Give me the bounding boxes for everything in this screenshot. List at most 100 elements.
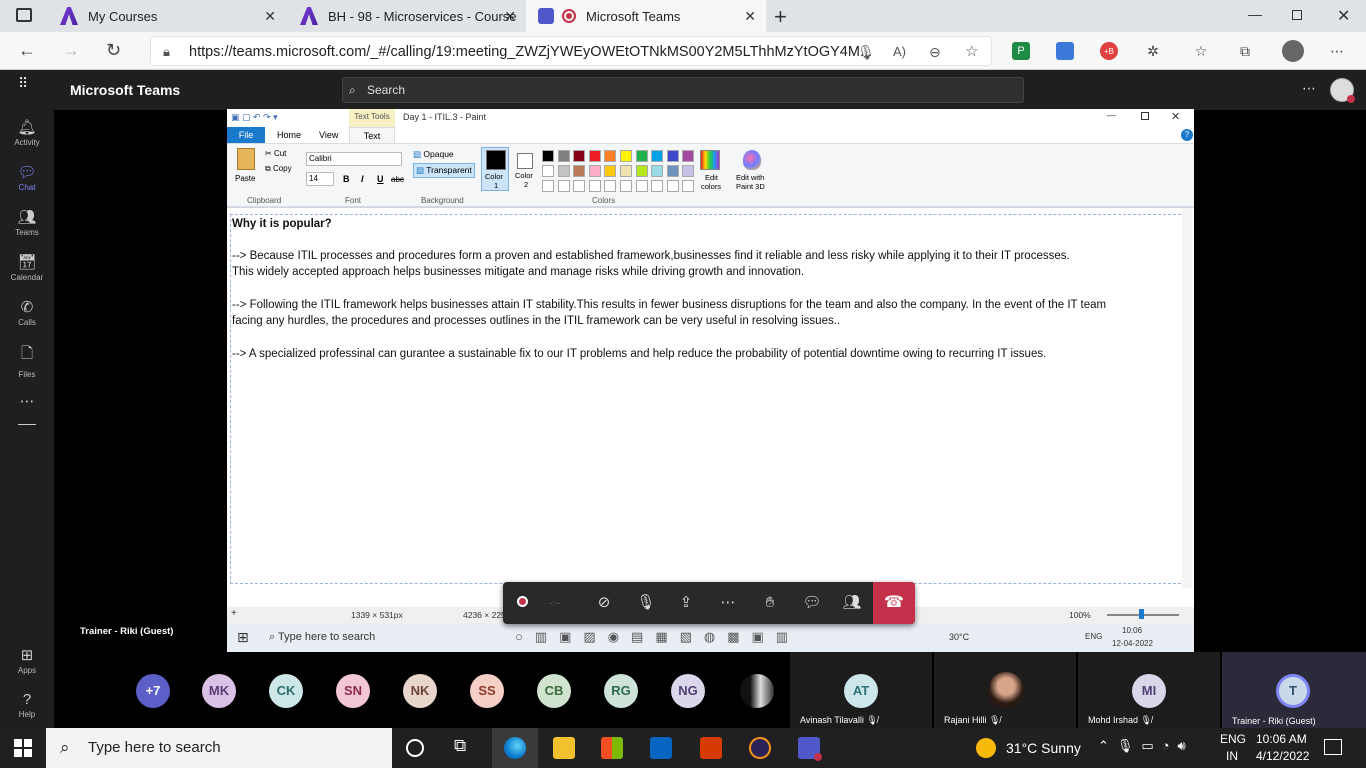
palette-swatch-empty[interactable] <box>588 180 601 192</box>
palette-swatch[interactable] <box>557 150 570 162</box>
favorite-star-icon[interactable]: ☆ <box>965 37 978 67</box>
palette-swatch[interactable] <box>620 150 632 162</box>
windows-start-icon[interactable] <box>14 739 32 757</box>
palette-swatch-empty[interactable] <box>620 180 632 192</box>
restore-icon[interactable] <box>1292 10 1302 20</box>
palette-swatch[interactable] <box>604 150 617 162</box>
back-icon[interactable]: ← <box>18 40 36 61</box>
color1-button[interactable]: Color 1 <box>481 147 509 191</box>
overflow-participants-button[interactable]: +7 <box>136 674 170 708</box>
leave-call-button[interactable]: ☎︎ <box>873 582 915 624</box>
palette-swatch-empty[interactable] <box>604 180 617 192</box>
share-screen-icon[interactable]: ⇪ <box>675 592 697 614</box>
minimize-icon[interactable]: — <box>1248 6 1262 22</box>
palette-swatch[interactable] <box>620 165 632 177</box>
close-icon[interactable]: ✕ <box>1171 110 1180 123</box>
palette-swatch-empty[interactable] <box>682 180 695 192</box>
palette-swatch[interactable] <box>651 150 664 162</box>
rail-item-apps[interactable]: ⊞ Apps <box>0 646 54 675</box>
office-icon[interactable] <box>700 737 722 759</box>
close-window-icon[interactable]: ✕ <box>1337 6 1350 26</box>
palette-swatch-empty[interactable] <box>557 180 570 192</box>
participant-avatar[interactable]: MK <box>202 674 236 708</box>
mail-icon[interactable] <box>650 737 672 759</box>
minimize-icon[interactable]: — <box>1107 110 1116 120</box>
taskbar-search-input[interactable]: ⌕ Type here to search <box>46 728 392 768</box>
extension-red-icon[interactable]: +B <box>1100 42 1118 60</box>
notification-icon[interactable] <box>1324 739 1342 755</box>
vertical-scrollbar[interactable] <box>1182 208 1192 588</box>
lang-bottom[interactable]: IN <box>1226 749 1238 763</box>
zoom-slider-thumb[interactable] <box>1139 609 1144 619</box>
paint3d-label-2[interactable]: Paint 3D <box>736 182 765 191</box>
palette-swatch[interactable] <box>542 165 554 177</box>
tab-text[interactable]: Text <box>349 127 395 144</box>
file-explorer-icon[interactable] <box>553 737 575 759</box>
transparent-button[interactable]: ▧ Transparent <box>413 163 475 178</box>
palette-swatch[interactable] <box>588 150 601 162</box>
rail-item-files[interactable]: 🗋︎ Files <box>0 343 54 379</box>
help-icon[interactable]: ? <box>1181 129 1193 141</box>
palette-swatch-empty[interactable] <box>666 180 679 192</box>
paste-label[interactable]: Paste <box>235 174 255 183</box>
task-view-icon[interactable]: ⧉ <box>454 736 466 756</box>
read-aloud-icon[interactable]: A) <box>893 37 906 67</box>
clock-date[interactable]: 4/12/2022 <box>1256 749 1309 763</box>
palette-swatch-empty[interactable] <box>573 180 586 192</box>
rail-item-calendar[interactable]: 📅︎ Calendar <box>0 253 54 282</box>
search-input[interactable]: ⌕ Search <box>342 77 1024 103</box>
opaque-button[interactable]: ▧ Opaque <box>413 149 454 160</box>
participant-avatar[interactable]: CB <box>537 674 571 708</box>
palette-swatch[interactable] <box>635 150 648 162</box>
participant-avatar[interactable]: NK <box>403 674 437 708</box>
raise-hand-icon[interactable]: ✋︎ <box>759 592 781 614</box>
participant-avatar[interactable]: NG <box>671 674 705 708</box>
new-tab-icon[interactable]: + <box>774 4 787 30</box>
edit-colors-label-2[interactable]: colors <box>701 182 721 191</box>
italic-button[interactable]: I <box>361 174 364 184</box>
mic-off-icon[interactable]: 🎙︎ <box>635 592 657 614</box>
mic-icon[interactable]: 🎙︎ <box>857 37 875 67</box>
palette-swatch-empty[interactable] <box>651 180 664 192</box>
edit-colors-icon[interactable] <box>700 150 720 170</box>
more-icon[interactable]: ⋯ <box>1328 42 1346 60</box>
rail-item-calls[interactable]: ✆ Calls <box>0 298 54 327</box>
participant-avatar[interactable]: RG <box>604 674 638 708</box>
font-name-select[interactable]: Calibri <box>306 152 402 166</box>
more-actions-icon[interactable]: ⋯ <box>717 592 739 614</box>
participant-avatar[interactable]: SN <box>336 674 370 708</box>
palette-swatch[interactable] <box>682 150 695 162</box>
lang-top[interactable]: ENG <box>1220 732 1246 746</box>
refresh-icon[interactable]: ↻ <box>106 40 121 61</box>
store-icon[interactable] <box>601 737 623 759</box>
font-size-select[interactable]: 14 <box>306 172 334 186</box>
app-launcher-icon[interactable]: ⠿ <box>18 76 28 90</box>
paint3d-icon[interactable] <box>743 150 761 170</box>
palette-swatch[interactable] <box>666 165 679 177</box>
rail-item-chat[interactable]: 💬︎ Chat <box>0 163 54 192</box>
palette-swatch-empty[interactable] <box>542 180 554 192</box>
eclipse-icon[interactable] <box>749 737 771 759</box>
tab-microsoft-teams[interactable]: Microsoft Teams ✕ <box>526 0 766 32</box>
palette-swatch-empty[interactable] <box>635 180 648 192</box>
tab-my-courses[interactable]: My Courses ✕ <box>48 0 286 32</box>
participant-photo-avatar[interactable] <box>740 674 774 708</box>
rail-more[interactable]: ⋯ <box>0 392 54 412</box>
palette-swatch[interactable] <box>573 165 586 177</box>
tab-home[interactable]: Home <box>277 130 301 140</box>
color2-button[interactable]: Color 2 <box>513 147 539 191</box>
underline-button[interactable]: U <box>377 174 384 184</box>
copy-button[interactable]: ⧉ Copy <box>265 164 292 174</box>
restore-icon[interactable] <box>1141 112 1149 120</box>
tab-file[interactable]: File <box>227 127 265 143</box>
clock-time[interactable]: 10:06 AM <box>1256 732 1307 746</box>
cortana-icon[interactable] <box>406 739 424 757</box>
collections-icon[interactable]: ⧉ <box>1236 42 1254 60</box>
palette-swatch[interactable] <box>682 165 695 177</box>
participant-avatar[interactable]: CK <box>269 674 303 708</box>
palette-swatch[interactable] <box>557 165 570 177</box>
tab-actions-icon[interactable] <box>16 8 32 22</box>
participant-tile[interactable]: AT Avinash Tilavalli 🎙︎̸ <box>790 652 932 728</box>
url-field[interactable]: 🔒︎ https://teams.microsoft.com/_#/callin… <box>150 36 992 66</box>
paint3d-label[interactable]: Edit with <box>736 173 764 182</box>
